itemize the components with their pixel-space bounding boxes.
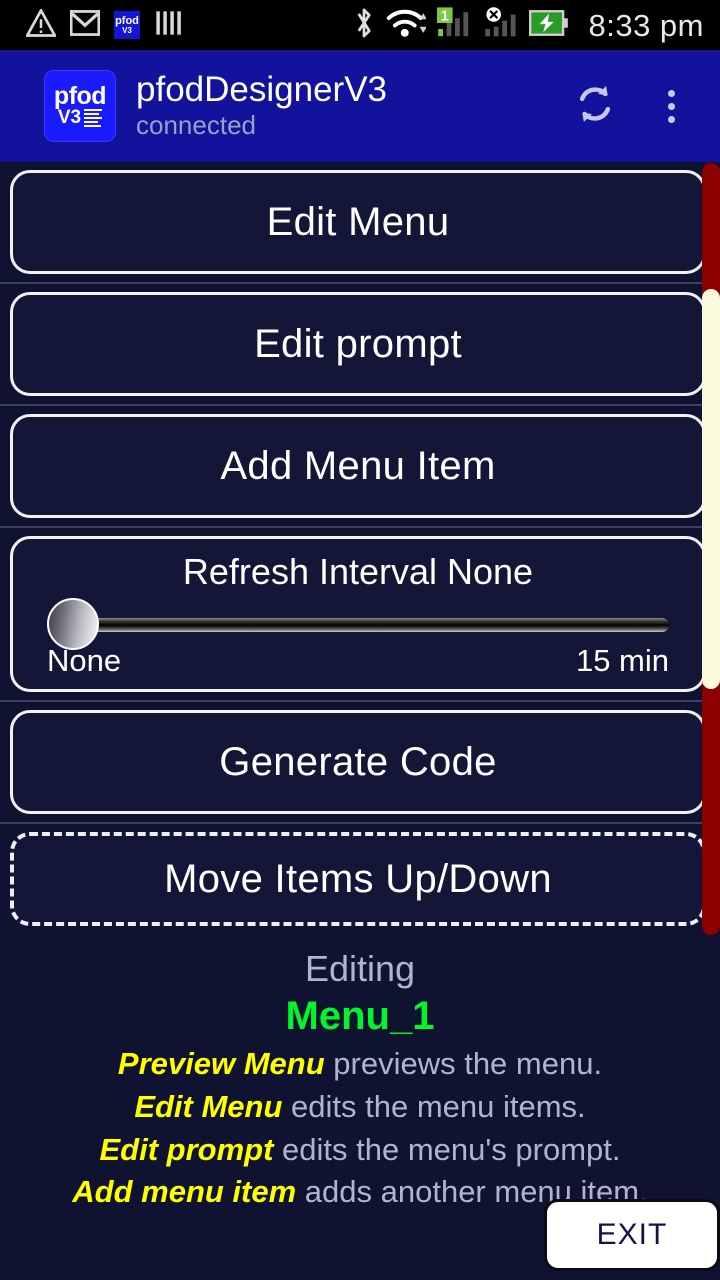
overflow-menu-button[interactable] bbox=[644, 79, 698, 133]
hint-line-2: Edit Menu edits the menu items. bbox=[0, 1088, 720, 1127]
connection-status: connected bbox=[136, 109, 256, 140]
app-header: pfod V3 pfodDesignerV3 connected bbox=[0, 50, 720, 162]
app-logo-icon: pfod V3 bbox=[44, 70, 116, 142]
slider-thumb[interactable] bbox=[47, 598, 99, 651]
edit-prompt-button[interactable]: Edit prompt bbox=[10, 292, 706, 396]
gmail-icon bbox=[69, 9, 101, 41]
slider-range-labels: None 15 min bbox=[47, 643, 669, 679]
app-logo-line2: V3 bbox=[57, 107, 82, 129]
app-logo-line1: pfod bbox=[53, 81, 107, 110]
refresh-button[interactable] bbox=[568, 79, 622, 133]
editing-label: Editing bbox=[304, 948, 416, 989]
status-clock: 8:33 pm bbox=[588, 7, 704, 43]
edit-menu-button[interactable]: Edit Menu bbox=[10, 170, 706, 274]
pfod-mini-line1: pfod bbox=[115, 14, 139, 27]
slider-max-label: 15 min bbox=[575, 643, 669, 678]
hint-line-3: Edit prompt edits the menu's prompt. bbox=[0, 1131, 720, 1170]
scrollbar-thumb[interactable] bbox=[702, 289, 720, 689]
menu-row-move-items: Move Items Up/Down bbox=[0, 822, 720, 926]
footer-info: Editing Menu_1 Preview Menu previews the… bbox=[0, 946, 720, 1212]
battery-charging-icon bbox=[529, 8, 569, 43]
menu-row-refresh-interval: Refresh Interval None None 15 min bbox=[0, 526, 720, 692]
refresh-interval-slider[interactable] bbox=[47, 598, 669, 651]
hint-2-rest: edits the menu items. bbox=[282, 1088, 586, 1124]
menu-list: Edit Menu Edit prompt Add Menu Item Refr… bbox=[0, 162, 720, 940]
slider-min-label: None bbox=[47, 643, 122, 678]
status-notification-icons: pfod V3 bbox=[0, 7, 182, 42]
slider-track[interactable] bbox=[69, 618, 669, 633]
app-logo-lines-icon bbox=[84, 108, 103, 127]
warning-icon bbox=[24, 7, 58, 42]
hint-3-emphasis: Edit prompt bbox=[99, 1131, 274, 1167]
phone-screen: pfod V3 1 8:33 pm pfod V3 pfodDesignerV3… bbox=[0, 0, 720, 1280]
editing-menu-name: Menu_1 bbox=[285, 994, 435, 1038]
sim2-no-service-icon bbox=[484, 6, 518, 44]
bluetooth-icon bbox=[353, 6, 375, 45]
refresh-icon bbox=[571, 80, 619, 133]
app-title: pfodDesignerV3 bbox=[136, 70, 387, 110]
refresh-interval-label: Refresh Interval None bbox=[182, 551, 534, 592]
vertical-scrollbar[interactable] bbox=[702, 163, 720, 935]
menu-row-generate-code: Generate Code bbox=[0, 700, 720, 814]
hint-4-emphasis: Add menu item bbox=[72, 1174, 297, 1210]
exit-button[interactable]: EXIT bbox=[544, 1199, 720, 1271]
hint-3-rest: edits the menu's prompt. bbox=[273, 1131, 621, 1167]
hint-line-1: Preview Menu previews the menu. bbox=[0, 1045, 720, 1084]
pfod-notification-icon: pfod V3 bbox=[114, 11, 140, 39]
generate-code-button[interactable]: Generate Code bbox=[10, 710, 706, 814]
move-items-up-down-button[interactable]: Move Items Up/Down bbox=[10, 832, 706, 926]
wifi-icon bbox=[386, 7, 428, 44]
hint-1-rest: previews the menu. bbox=[324, 1046, 603, 1081]
app-title-block: pfodDesignerV3 connected bbox=[136, 71, 387, 141]
kebab-menu-icon bbox=[667, 89, 675, 123]
hint-1-emphasis: Preview Menu bbox=[117, 1046, 325, 1081]
pfod-mini-line2: V3 bbox=[122, 25, 132, 35]
hint-2-emphasis: Edit Menu bbox=[134, 1088, 283, 1124]
menu-row-add-menu-item: Add Menu Item bbox=[0, 404, 720, 518]
android-status-bar: pfod V3 1 8:33 pm bbox=[0, 0, 720, 50]
sim1-signal-icon: 1 bbox=[437, 6, 473, 44]
refresh-interval-card: Refresh Interval None None 15 min bbox=[10, 536, 706, 692]
menu-row-edit-menu: Edit Menu bbox=[0, 170, 720, 274]
svg-text:1: 1 bbox=[441, 8, 449, 24]
menu-row-edit-prompt: Edit prompt bbox=[0, 282, 720, 396]
status-system-icons: 1 8:33 pm bbox=[353, 6, 720, 45]
bars-icon bbox=[154, 9, 182, 42]
add-menu-item-button[interactable]: Add Menu Item bbox=[10, 414, 706, 518]
app-header-actions bbox=[568, 79, 720, 133]
